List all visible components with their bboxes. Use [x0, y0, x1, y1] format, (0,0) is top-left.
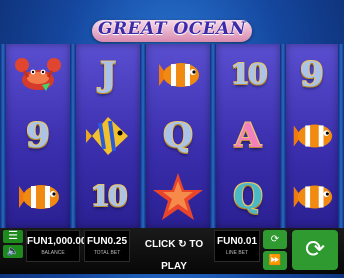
game-logo: GREAT OCEAN [92, 14, 252, 48]
card-jack: J [99, 54, 117, 95]
game-title: GREAT OCEAN [98, 19, 246, 39]
starfish-icon [153, 172, 203, 220]
symbol-crab [6, 44, 70, 105]
spin-arrow-icon: ⟳ [304, 236, 326, 263]
symbol-clownfish [286, 166, 338, 227]
click-to-play-prompt[interactable]: CLICK ↻ TO PLAY [138, 234, 210, 272]
line-bet-value: FUN0.01 [216, 236, 257, 247]
sound-button[interactable]: 🔈 [3, 245, 23, 258]
card-ace: A [234, 115, 262, 156]
card-queen: Q [233, 176, 263, 217]
autoplay-icon: ⟳ [270, 234, 280, 245]
reel-1: 9 [6, 44, 70, 228]
card-nine: 9 [300, 54, 324, 95]
symbol-ten: 10 [76, 166, 140, 227]
total-bet-value: FUN0.25 [86, 236, 127, 247]
total-bet-label: TOTAL BET [93, 250, 121, 256]
turbo-button[interactable]: ⏩ [263, 251, 287, 270]
autoplay-button[interactable]: ⟳ [263, 230, 287, 249]
line-bet-label: LINE BET [225, 250, 249, 256]
symbol-angelfish [76, 105, 140, 166]
menu-button[interactable]: ☰ [3, 230, 23, 243]
card-ten: 10 [90, 180, 128, 213]
reel-separator [338, 44, 344, 228]
symbol-clownfish [6, 166, 70, 227]
refresh-icon: ↻ [178, 239, 187, 250]
total-bet-display[interactable]: FUN0.25 TOTAL BET [84, 230, 130, 262]
spin-button[interactable]: ⟳ [292, 230, 338, 270]
hamburger-menu-icon: ☰ [8, 230, 18, 242]
card-queen: Q [163, 115, 193, 156]
clownfish-icon [293, 184, 333, 209]
balance-label: BALANCE [41, 250, 65, 256]
symbol-clownfish [286, 105, 338, 166]
reel-2: J 10 [76, 44, 140, 228]
symbol-nine: 9 [6, 105, 70, 166]
clownfish-icon [159, 62, 199, 87]
balance-display: FUN1,000.00 BALANCE [26, 230, 87, 262]
play-text: CLICK [144, 239, 176, 250]
symbol-queen: Q [216, 166, 280, 227]
clownfish-icon [19, 184, 59, 209]
reel-3: Q [146, 44, 210, 228]
fast-forward-icon: ⏩ [268, 255, 282, 266]
speaker-icon: 🔈 [6, 246, 20, 257]
reel-4: 10 A Q [216, 44, 280, 228]
symbol-clownfish [146, 44, 210, 105]
symbol-jack: J [76, 44, 140, 105]
symbol-ten: 10 [216, 44, 280, 105]
crab-icon [15, 57, 61, 91]
reel-area: 9 J 10 Q 10 A Q 9 [0, 44, 344, 228]
line-bet-display[interactable]: FUN0.01 LINE BET [214, 230, 260, 262]
balance-value: FUN1,000.00 [27, 236, 87, 247]
symbol-ace: A [216, 105, 280, 166]
control-bar: ☰ 🔈 FUN1,000.00 BALANCE FUN0.25 TOTAL BE… [0, 228, 344, 274]
symbol-starfish [146, 166, 210, 227]
clownfish-icon [293, 123, 333, 148]
symbol-queen: Q [146, 105, 210, 166]
card-nine: 9 [26, 115, 50, 156]
reel-5: 9 [286, 44, 338, 228]
card-ten: 10 [230, 58, 268, 91]
angelfish-icon [86, 116, 128, 155]
symbol-nine: 9 [286, 44, 338, 105]
